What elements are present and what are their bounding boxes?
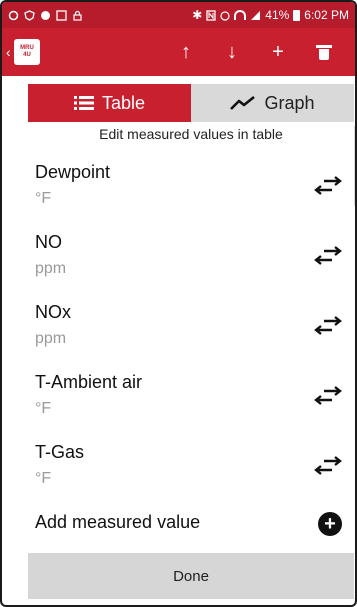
clock-time: 6:02 PM — [304, 8, 349, 22]
arrow-up-icon: ↑ — [181, 40, 191, 63]
logo-text-top: MRU — [20, 45, 34, 51]
swap-arrows-icon[interactable] — [313, 314, 343, 338]
swap-arrows-icon[interactable] — [313, 454, 343, 478]
nfc-icon — [206, 9, 216, 21]
value-name: NO — [35, 232, 62, 252]
value-unit[interactable]: ppm — [35, 260, 66, 278]
battery-percent: 41% — [265, 8, 290, 22]
add-measured-value-label[interactable]: Add measured value — [35, 512, 200, 533]
swap-arrows-icon[interactable] — [313, 384, 343, 408]
status-bar: ✱ 41% 6:02 PM — [2, 2, 355, 28]
add-button[interactable]: + — [255, 30, 301, 74]
list-item[interactable]: NO ppm — [2, 222, 355, 292]
swap-arrows-icon[interactable] — [313, 244, 343, 268]
value-unit[interactable]: °F — [35, 190, 51, 208]
plus-icon: + — [272, 40, 284, 63]
move-down-button[interactable]: ↓ — [209, 30, 255, 74]
app-toolbar: ‹ MRU 4U ↑ ↓ + — [2, 28, 355, 76]
value-name: T-Gas — [35, 442, 85, 462]
move-up-button[interactable]: ↑ — [163, 30, 209, 74]
value-name: NOx — [35, 302, 71, 322]
value-unit[interactable]: °F — [35, 470, 51, 488]
list-item[interactable]: Dewpoint °F — [2, 152, 355, 222]
trash-icon — [316, 44, 332, 60]
value-unit[interactable]: ppm — [35, 330, 66, 348]
delete-button[interactable] — [301, 30, 347, 74]
lock-icon — [73, 10, 82, 21]
app-logo[interactable]: MRU 4U — [14, 39, 40, 65]
list-item[interactable]: T-Gas °F — [2, 432, 355, 502]
arrow-down-icon: ↓ — [227, 40, 237, 63]
shield-icon — [24, 9, 35, 21]
value-name: Dewpoint — [35, 162, 111, 182]
signal-icon — [251, 10, 261, 20]
tab-table-label: Table — [101, 92, 146, 113]
swap-arrows-icon[interactable] — [313, 174, 343, 198]
bluetooth-icon: ✱ — [192, 8, 203, 22]
alarm-icon — [220, 10, 230, 21]
image-icon — [56, 9, 67, 21]
toolbar-actions: ↑ ↓ + — [163, 30, 347, 74]
add-circle-icon[interactable]: + — [318, 512, 342, 536]
tab-graph[interactable]: Graph — [191, 84, 354, 122]
done-button[interactable]: Done — [28, 553, 354, 599]
list-item[interactable]: NOx ppm — [2, 292, 355, 362]
wifi-icon — [234, 10, 247, 20]
list-icon — [73, 96, 94, 110]
logo-text-bottom: 4U — [23, 52, 31, 58]
tab-table[interactable]: Table — [28, 84, 191, 122]
back-chevron-icon[interactable]: ‹ — [6, 44, 14, 60]
add-measured-value-row[interactable]: Add measured value + — [2, 510, 355, 538]
trend-icon — [230, 95, 256, 110]
tab-graph-label: Graph — [264, 92, 315, 113]
status-icons-left — [8, 9, 83, 21]
list-item[interactable]: T-Ambient air °F — [2, 362, 355, 432]
battery-icon — [293, 9, 301, 21]
sync-icon — [8, 10, 19, 20]
app-frame: ✱ 41% 6:02 PM ‹ MRU 4U ↑ ↓ + Table Graph… — [0, 0, 357, 607]
circle-icon — [41, 10, 50, 20]
measured-values-list: Dewpoint °F NO ppm NOx ppm T-Ambient air… — [2, 152, 355, 502]
value-unit[interactable]: °F — [35, 400, 51, 418]
value-name: T-Ambient air — [35, 372, 143, 392]
edit-subtitle: Edit measured values in table — [99, 126, 283, 142]
status-icons-right: ✱ 41% 6:02 PM — [192, 8, 349, 22]
view-tabs: Table Graph — [28, 84, 354, 122]
